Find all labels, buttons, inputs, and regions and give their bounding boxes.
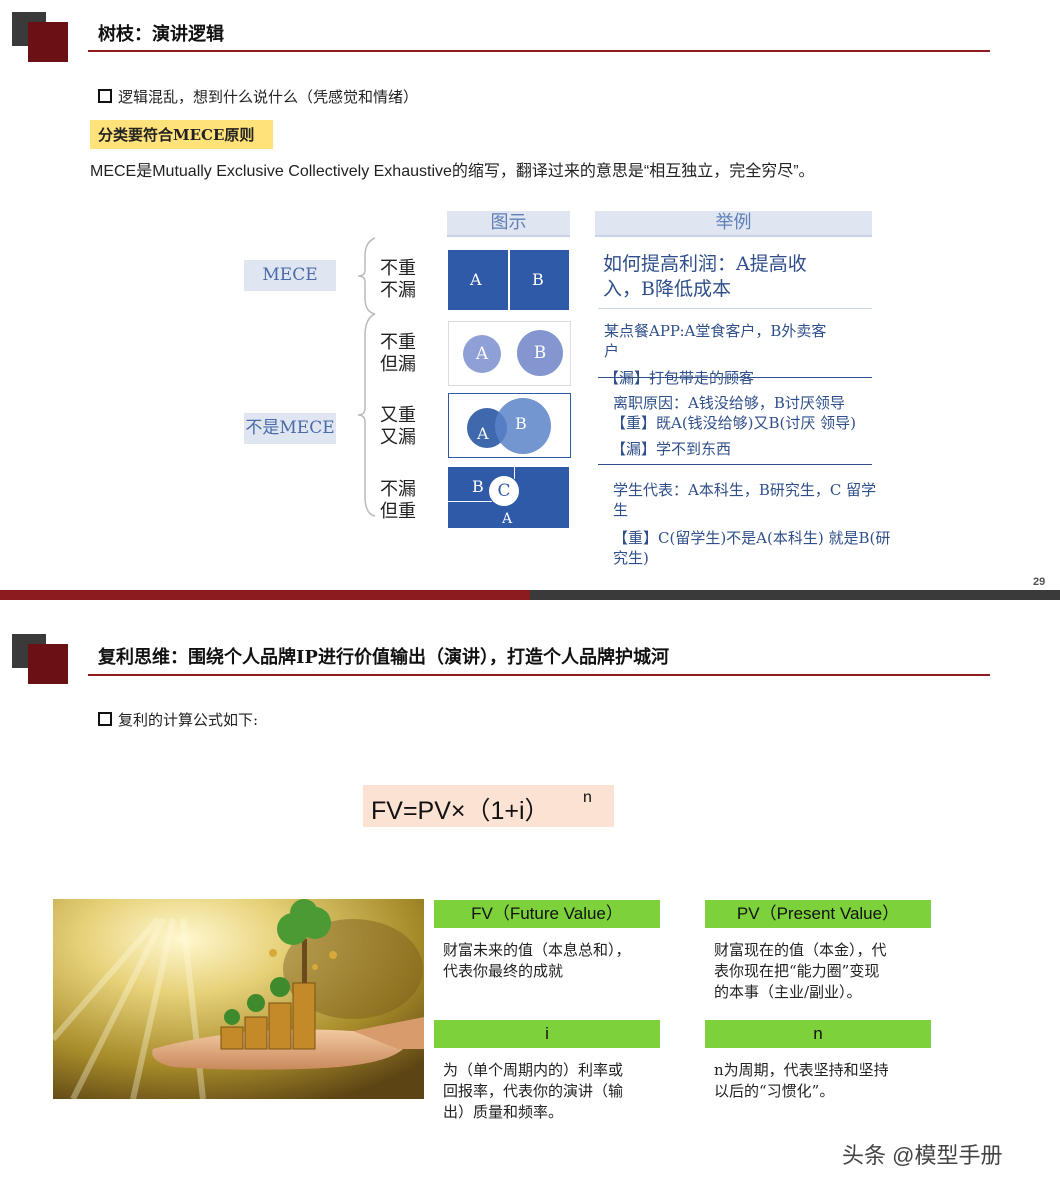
diagram-divider — [508, 250, 510, 310]
diagram-overlap-full-box: B C A — [448, 467, 569, 528]
col-header-diagram: 图示 — [447, 211, 570, 237]
slide1-title-rule — [88, 50, 990, 52]
diagram-label-a: A — [470, 270, 482, 289]
example-row4: 学生代表：A本科生，B研究生，C 留学 生 【重】C(留学生)不是A(本科生) … — [613, 481, 891, 567]
example-divider — [598, 464, 872, 465]
circle-a-label: A — [477, 424, 489, 443]
page-number: 29 — [1033, 576, 1046, 588]
diagram-label-a: A — [502, 511, 513, 527]
card-n-header: n — [705, 1020, 931, 1048]
circle-c: C — [488, 475, 520, 507]
mece-definition: MECE是Mutually Exclusive Collectively Exh… — [90, 163, 815, 180]
card-pv-header: PV（Present Value） — [705, 900, 931, 928]
diagram-label-b: B — [532, 270, 544, 289]
card-fv-body: 财富未来的值（本息总和）， 代表你最终的成就 — [443, 941, 631, 980]
circle-b: B — [517, 330, 563, 376]
card-fv-header: FV（Future Value） — [434, 900, 660, 928]
slide2-title: 复利思维：围绕个人品牌IP进行价值输出（演讲），打造个人品牌护城河 — [98, 647, 669, 668]
circle-a: A — [463, 335, 501, 373]
diagram-overlap-box: A B — [448, 393, 571, 458]
header-decor-red — [28, 644, 68, 684]
tag-not-mece: 不是MECE — [244, 413, 336, 444]
row3-label: 又重 又漏 — [380, 405, 416, 448]
example-divider — [598, 377, 872, 378]
card-n-body: n为周期，代表坚持和坚持 以后的“习惯化”。 — [714, 1061, 889, 1100]
row1-label: 不重 不漏 — [380, 258, 416, 301]
diagram-mece-box: A B — [448, 250, 569, 310]
watermark: 头条 @模型手册 — [842, 1143, 1003, 1168]
brace-mece-icon — [357, 237, 376, 315]
diagram-label-b: B — [472, 477, 484, 496]
row4-label: 不漏 但重 — [380, 479, 416, 522]
formula-box: FV=PV×（1+i） n — [363, 785, 614, 827]
diagram-gap-box: A B — [448, 321, 571, 386]
slide2-bullet: 复利的计算公式如下: — [118, 711, 259, 729]
header-decor-red — [28, 22, 68, 62]
slide1-title: 树枝：演讲逻辑 — [98, 24, 224, 45]
bullet-square-icon — [98, 712, 112, 726]
slide-footer-bar-dark — [530, 590, 1060, 600]
row2-label: 不重 但漏 — [380, 332, 416, 375]
bullet-square-icon — [98, 89, 112, 103]
example-row3: 离职原因：A钱没给够，B讨厌领导 【重】既A(钱没给够)又B(讨厌 领导) 【漏… — [611, 394, 857, 458]
formula-text: FV=PV×（1+i） — [371, 797, 550, 825]
brace-not-mece-icon — [357, 313, 376, 517]
money-tree-image — [53, 899, 424, 1099]
example-divider — [598, 308, 872, 309]
slide-footer-bar-red — [0, 590, 530, 600]
circle-b-label: B — [515, 414, 527, 433]
col-header-example: 举例 — [595, 211, 872, 237]
example-row1: 如何提高利润：A提高收 入，B降低成本 — [603, 253, 807, 300]
card-i-body: 为（单个周期内的）利率或 回报率，代表你的演讲（输 出）质量和频率。 — [443, 1061, 624, 1121]
slide2-title-rule — [88, 674, 990, 676]
tag-mece: MECE — [244, 260, 336, 291]
slide1-bullet: 逻辑混乱，想到什么说什么（凭感觉和情绪） — [118, 88, 419, 106]
highlight-text: 分类要符合MECE原则 — [98, 126, 255, 144]
card-pv-body: 财富现在的值（本金），代 表你现在把“能力圈”变现 的本事（主业/副业）。 — [714, 941, 887, 1001]
card-i-header: i — [434, 1020, 660, 1048]
formula-exponent: n — [583, 789, 592, 806]
